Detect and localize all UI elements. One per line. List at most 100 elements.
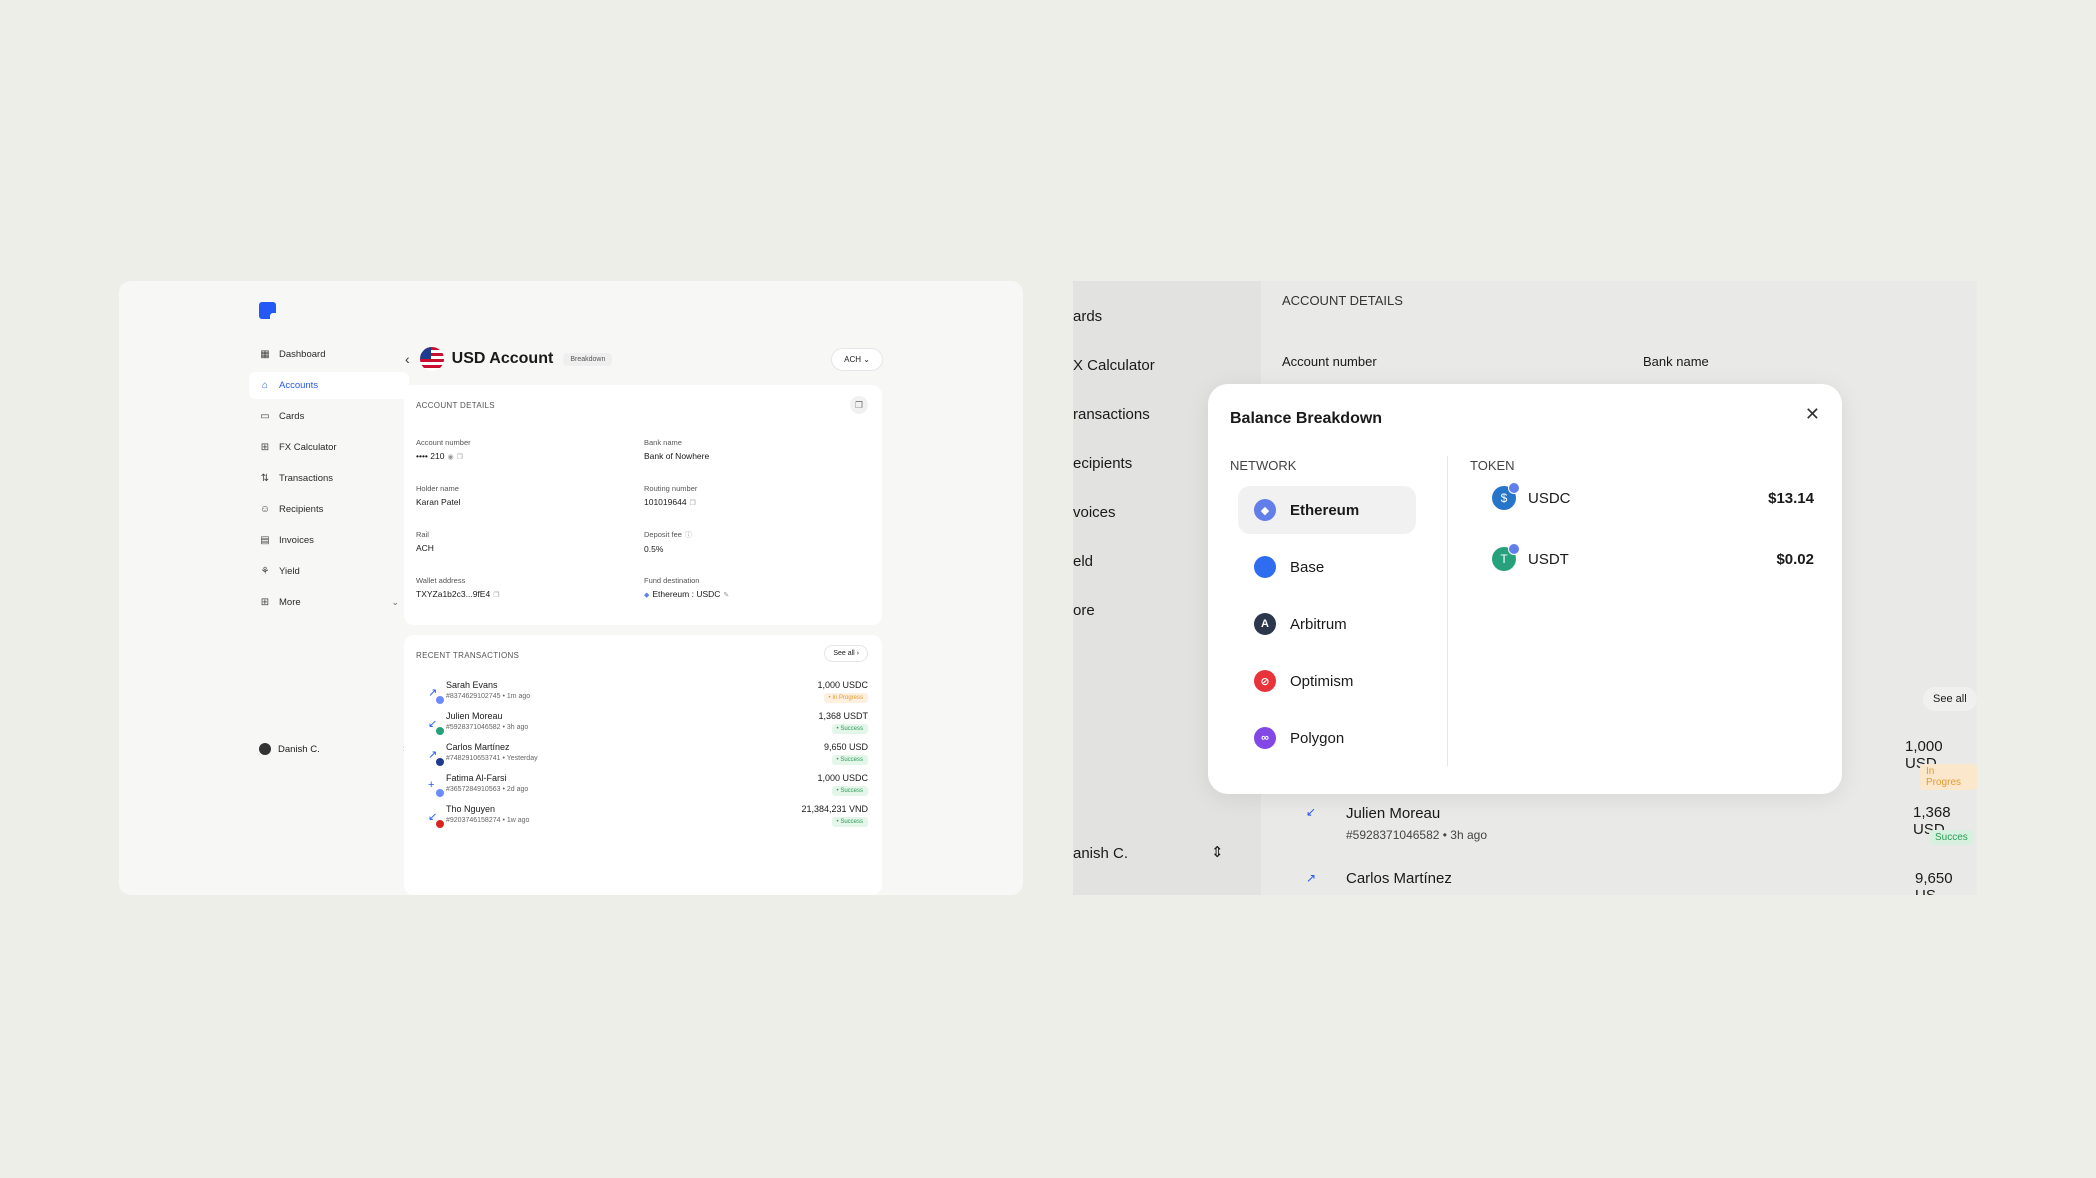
page-title: USD Account <box>451 350 554 367</box>
ethereum-icon: ◆ <box>1254 499 1276 521</box>
deposit-fee-field: Deposit fee ⓘ 0.5% <box>644 530 692 554</box>
transaction-amount: 1,000 USDC <box>817 680 868 690</box>
back-arrow-icon[interactable]: ‹ <box>405 351 410 367</box>
see-all-button[interactable]: See all <box>1923 687 1977 711</box>
sidebar-item-transactions[interactable]: ⇅ Transactions <box>249 465 409 492</box>
plus-icon: + <box>428 779 435 791</box>
us-flag-icon <box>419 347 444 371</box>
transaction-name: Carlos Martínez <box>1346 870 1452 887</box>
recent-transactions-card: RECENT TRANSACTIONS See all › ↗ Sarah Eva… <box>404 635 882 895</box>
copy-icon[interactable]: ❐ <box>690 500 696 507</box>
table-row[interactable]: ↙ Tho Nguyen #9203746158274 • 1w ago 21,384… <box>418 804 868 844</box>
yield-icon: ⚘ <box>260 566 270 577</box>
token-balance: $13.14 <box>1768 489 1814 507</box>
edit-icon[interactable]: ✎ <box>723 592 729 599</box>
user-menu[interactable]: anish C. <box>1073 845 1128 862</box>
status-badge: Succes <box>1929 830 1974 845</box>
currency-badge-icon <box>436 820 444 828</box>
balance-breakdown-modal: Balance Breakdown ✕ NETWORK TOKEN ◆ Ether… <box>1208 384 1842 794</box>
copy-icon[interactable]: ❐ <box>493 592 499 599</box>
transaction-amount: 21,384,231 VND <box>801 804 868 814</box>
transaction-amount: 1,368 USDT <box>818 711 868 721</box>
network-item[interactable]: Base <box>1238 543 1416 591</box>
app-logo <box>259 302 276 319</box>
status-badge: • Success <box>831 786 868 796</box>
sidebar-item-cards[interactable]: ards <box>1073 308 1102 325</box>
sidebar-item-invoices[interactable]: voices <box>1073 504 1116 521</box>
routing-number-field: Routing number 101019644 ❐ <box>644 484 698 507</box>
wallet-address-field: Wallet address TXYZa1b2c3...9fE4 ❐ <box>416 576 500 599</box>
chevron-updown-icon: ⇕ <box>1211 844 1224 861</box>
token-balance: $0.02 <box>1776 550 1814 568</box>
transaction-meta: #3657284910563 • 2d ago <box>446 786 529 793</box>
see-all-button[interactable]: See all › <box>824 645 868 662</box>
network-item[interactable]: ◆ Ethereum <box>1238 486 1416 534</box>
network-item[interactable]: A Arbitrum <box>1238 600 1416 648</box>
status-badge: • Success <box>831 755 868 765</box>
holder-name-field: Holder name Karan Patel <box>416 484 461 507</box>
transaction-name: Carlos Martínez <box>446 742 510 752</box>
rail-select[interactable]: ACH ⌄ <box>831 347 883 371</box>
eye-icon[interactable]: ◉ <box>447 454 453 461</box>
account-details-card: ACCOUNT DETAILS ❐ Account number •••• 210… <box>404 385 882 625</box>
ethereum-icon: ◆ <box>644 592 650 599</box>
transaction-name: Fatima Al-Farsi <box>446 773 507 783</box>
currency-badge-icon <box>436 758 444 766</box>
modal-title: Balance Breakdown <box>1230 410 1383 427</box>
token-row[interactable]: T USDT $0.02 <box>1492 543 1814 575</box>
sidebar-item-recipients[interactable]: ☺ Recipients <box>249 496 409 523</box>
sidebar-item-fx-calculator[interactable]: ⊞ FX Calculator <box>249 434 409 461</box>
sidebar-item-cards[interactable]: ▭ Cards <box>249 403 409 430</box>
chevron-down-icon: ⌄ <box>391 597 399 607</box>
breakdown-button[interactable]: Breakdown <box>563 352 613 366</box>
bank-name-field: Bank name Bank of Nowhere <box>644 438 710 461</box>
token-name: USDC <box>1528 489 1571 507</box>
chevron-down-icon: ⌄ <box>863 354 870 364</box>
token-row[interactable]: $ USDC $13.14 <box>1492 482 1814 514</box>
status-badge: • Success <box>831 724 868 734</box>
sidebar-item-fx-calculator[interactable]: X Calculator <box>1073 357 1155 374</box>
close-icon[interactable]: ✕ <box>1805 404 1820 425</box>
rail-field: Rail ACH <box>416 530 434 553</box>
optimism-icon: ⊘ <box>1254 670 1276 692</box>
calculator-icon: ⊞ <box>260 442 270 453</box>
status-badge: • Success <box>831 817 868 827</box>
copy-icon[interactable]: ❐ <box>850 396 868 414</box>
currency-badge-icon <box>436 727 444 735</box>
user-menu[interactable]: Danish C. ⇕ <box>259 743 409 755</box>
currency-badge-icon <box>436 789 444 797</box>
status-badge: In Progres <box>1920 764 1977 790</box>
transaction-name: Julien Moreau <box>446 711 503 721</box>
sidebar-item-invoices[interactable]: ▤ Invoices <box>249 527 409 554</box>
copy-icon[interactable]: ❐ <box>457 454 463 461</box>
sidebar-item-yield[interactable]: ⚘ Yield <box>249 558 409 585</box>
base-icon <box>1254 556 1276 578</box>
transaction-amount: 9,650 USD <box>823 742 868 752</box>
transaction-name: Julien Moreau <box>1346 805 1441 822</box>
sidebar-item-accounts[interactable]: ⌂ Accounts <box>249 372 409 399</box>
arrow-out-icon: ↗ <box>1306 871 1317 885</box>
account-number-label: Account number <box>1282 354 1377 369</box>
info-icon[interactable]: ⓘ <box>685 532 692 539</box>
usdt-icon: T <box>1492 543 1520 571</box>
card-icon: ▭ <box>260 411 270 422</box>
sidebar-item-transactions[interactable]: ransactions <box>1073 406 1150 423</box>
sidebar-item-yield[interactable]: eld <box>1073 553 1093 570</box>
sidebar-item-dashboard[interactable]: ▦ Dashboard <box>249 341 409 368</box>
network-heading: NETWORK <box>1230 458 1297 473</box>
polygon-icon: ∞ <box>1254 727 1276 749</box>
section-heading: ACCOUNT DETAILS <box>1282 293 1403 308</box>
sidebar-item-more[interactable]: ore <box>1073 602 1095 619</box>
account-number-field: Account number •••• 210 ◉ ❐ <box>416 438 471 461</box>
transaction-meta: #9203746158274 • 1w ago <box>446 817 530 824</box>
bank-icon: ⌂ <box>261 380 269 391</box>
sidebar-item-recipients[interactable]: ecipients <box>1073 455 1132 472</box>
transaction-meta: #5928371046582 • 3h ago <box>1346 828 1488 842</box>
currency-badge-icon <box>436 696 444 704</box>
usd-account-screen: ▦ Dashboard ⌂ Accounts ▭ Cards ⊞ FX Calculat… <box>119 281 1023 895</box>
network-item[interactable]: ∞ Polygon <box>1238 714 1416 762</box>
token-heading: TOKEN <box>1470 458 1515 473</box>
sidebar-item-more[interactable]: ⊞ More ⌄ <box>249 589 409 616</box>
divider <box>1447 456 1448 766</box>
network-item[interactable]: ⊘ Optimism <box>1238 657 1416 705</box>
